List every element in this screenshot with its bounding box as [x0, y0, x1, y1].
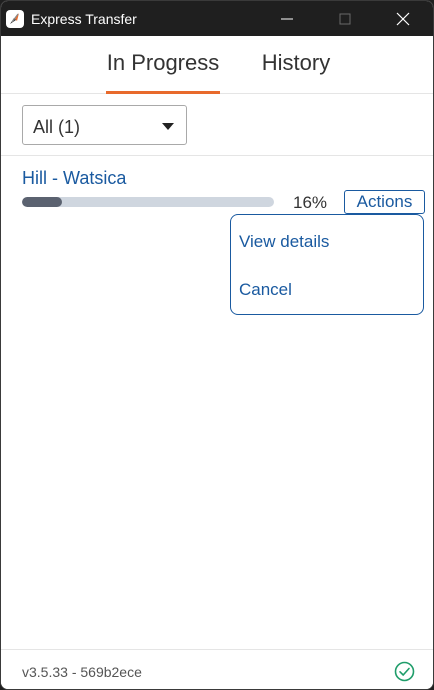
progress-bar-fill [22, 197, 63, 207]
chevron-down-icon [162, 123, 174, 130]
progress-percent: 16% [293, 193, 328, 212]
menu-item-view-details[interactable]: View details [239, 232, 329, 252]
version-text: v3.5.33 - 569b2ece [22, 664, 142, 680]
footer: v3.5.33 - 569b2ece [1, 649, 433, 689]
app-window: Express Transfer In Progress History All… [0, 0, 434, 690]
tab-in-progress[interactable]: In Progress [106, 50, 220, 94]
rocket-icon [6, 10, 24, 28]
actions-button[interactable]: Actions [344, 190, 425, 214]
tab-bar: In Progress History [1, 36, 433, 94]
minimize-button[interactable] [263, 1, 311, 36]
window-title: Express Transfer [31, 11, 137, 27]
progress-bar [22, 197, 274, 207]
tab-history[interactable]: History [259, 50, 333, 94]
menu-item-cancel[interactable]: Cancel [239, 280, 292, 300]
actions-dropdown-menu: View details Cancel [230, 214, 424, 315]
maximize-button[interactable] [321, 1, 369, 36]
filter-row: All (1) [1, 94, 433, 156]
maximize-icon [339, 13, 351, 25]
minimize-icon [281, 18, 293, 20]
title-bar[interactable]: Express Transfer [1, 1, 433, 36]
check-circle-icon [394, 661, 415, 682]
filter-selected-value: All (1) [33, 117, 81, 137]
filter-select[interactable]: All (1) [22, 105, 187, 145]
transfer-name-link[interactable]: Hill - Watsica [22, 168, 126, 189]
close-icon [396, 12, 410, 26]
close-button[interactable] [379, 1, 427, 36]
